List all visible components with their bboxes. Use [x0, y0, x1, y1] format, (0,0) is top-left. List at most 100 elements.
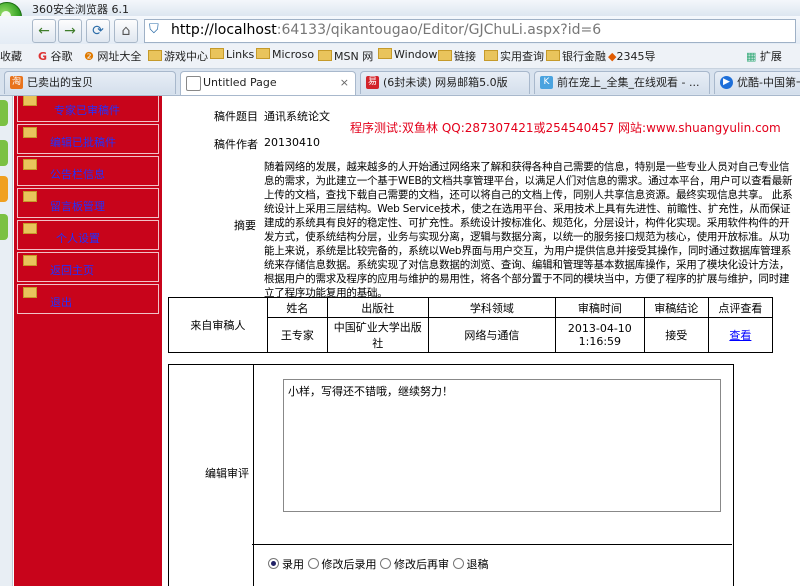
bookmarks-bar: 收藏 G 谷歌 ❷ 网址大全 游戏中心 Links Microso MSN 网 …: [0, 44, 800, 69]
refresh-icon[interactable]: ⟳: [86, 19, 110, 43]
paper-title-value: 通讯系统论文: [264, 110, 330, 123]
extensions-button[interactable]: ▦ 扩展: [746, 48, 782, 64]
sidebar-item-editor-approved[interactable]: 编辑已批稿件: [17, 124, 159, 154]
folder-icon: [210, 48, 224, 59]
tab-label: 优酷-中国第一: [737, 76, 800, 89]
tab-active[interactable]: Untitled Page ×: [180, 71, 356, 95]
folder-icon: [23, 127, 37, 138]
navigation-bar: ← → ⟳ ⌂ ⛉ http://localhost:64133/qikanto…: [0, 16, 800, 44]
abstract-label: 摘要: [234, 219, 256, 232]
folder-icon: [23, 223, 37, 234]
divider: [252, 544, 732, 545]
folder-icon: [148, 50, 162, 61]
netease-mail-icon: 易: [366, 76, 379, 89]
sidebar-item-announcements[interactable]: 公告栏信息: [17, 156, 159, 186]
admin-sidebar: 专家已审稿件 编辑已批稿件 公告栏信息 留言板管理 个人设置 返回主页 退出: [14, 96, 162, 586]
youku-icon: ▶: [720, 76, 733, 89]
reviewer-field: 网络与通信: [427, 317, 557, 353]
paper-author-value: 20130410: [264, 136, 320, 149]
sidebar-link[interactable]: 返回主页: [50, 262, 94, 278]
sidebar-link[interactable]: 退出: [50, 294, 72, 310]
abstract-text: 随着网络的发展，越来越多的人开始通过网络来了解和获得各种自己需要的信息，特别是一…: [264, 161, 793, 299]
tab[interactable]: 易 (6封未读) 网易邮箱5.0版: [360, 71, 530, 94]
sidebar-link[interactable]: 公告栏信息: [50, 166, 105, 182]
forward-icon[interactable]: →: [58, 19, 82, 43]
view-comment-link[interactable]: 查看: [729, 329, 751, 342]
tab-label: 前在宠上_全集_在线观看 - ...: [557, 76, 700, 89]
sidebar-link[interactable]: 编辑已批稿件: [50, 134, 116, 150]
bookmark-item[interactable]: 银行金融: [546, 48, 606, 64]
radio-button[interactable]: [307, 558, 319, 569]
sidebar-item-guestbook[interactable]: 留言板管理: [17, 188, 159, 218]
reviewer-name: 王专家: [266, 317, 328, 353]
side-panel-button[interactable]: [0, 100, 8, 126]
bookmark-item[interactable]: ◆2345导: [608, 48, 655, 64]
side-panel-button[interactable]: [0, 214, 8, 240]
tab-label: 已卖出的宝贝: [27, 76, 93, 89]
folder-icon: [23, 255, 37, 266]
folder-icon: [484, 50, 498, 61]
tab-label: (6封未读) 网易邮箱5.0版: [383, 76, 508, 89]
taobao-icon: 淘: [10, 76, 23, 89]
folder-icon: [256, 48, 270, 59]
watermark-text: 程序测试:双鱼林 QQ:287307421或254540457 网站:www.s…: [350, 121, 781, 135]
bookmark-item[interactable]: G 谷歌: [38, 48, 73, 64]
address-url[interactable]: http://localhost:64133/qikantougao/Edito…: [171, 22, 601, 38]
bookmark-item[interactable]: 游戏中心: [148, 48, 208, 64]
bookmark-item[interactable]: 链接: [438, 48, 476, 64]
decision-radio-group: 录用 修改后录用 修改后再审 退稿: [268, 556, 489, 572]
sidebar-link[interactable]: 留言板管理: [50, 198, 105, 214]
paper-title-label: 稿件题目: [214, 110, 258, 123]
tab[interactable]: 淘 已卖出的宝贝: [4, 71, 176, 94]
bookmark-item[interactable]: ❷ 网址大全: [84, 48, 141, 64]
side-panel-button[interactable]: [0, 140, 8, 166]
reviewer-publisher: 中国矿业大学出版社: [326, 317, 429, 353]
folder-icon: [546, 50, 560, 61]
bookmark-item[interactable]: Microso: [256, 48, 314, 61]
sidebar-item-logout[interactable]: 退出: [17, 284, 159, 314]
radio-button[interactable]: [380, 558, 391, 569]
radio-accept-after-revision[interactable]: 修改后录用: [307, 558, 377, 571]
bookmark-item[interactable]: MSN 网: [318, 48, 373, 64]
folder-icon: [318, 50, 332, 61]
bookmark-item[interactable]: 收藏: [0, 48, 22, 64]
tab[interactable]: ▶ 优酷-中国第一: [714, 71, 800, 94]
bookmark-item[interactable]: Links: [210, 48, 254, 61]
radio-button[interactable]: [452, 558, 464, 569]
review-row-label: 来自审稿人: [168, 297, 268, 353]
review-view-cell: 查看: [707, 317, 774, 353]
editor-review-label: 编辑审评: [205, 467, 249, 480]
editor-comment-textarea[interactable]: 小样，写得还不错哦，继续努力！: [283, 379, 721, 512]
column-header: 学科领域: [427, 297, 557, 318]
home-icon[interactable]: ⌂: [114, 19, 138, 43]
tab-label: Untitled Page: [203, 76, 277, 89]
review-time: 2013-04-10 1:16:59: [555, 317, 645, 353]
paper-author-label: 稿件作者: [214, 138, 258, 151]
main-panel: 稿件题目 通讯系统论文 程序测试:双鱼林 QQ:287307421或254540…: [168, 96, 800, 586]
radio-button[interactable]: [268, 558, 279, 569]
bookmark-item[interactable]: Window: [378, 48, 437, 61]
sidebar-link[interactable]: 专家已审稿件: [54, 102, 120, 118]
column-header: 点评查看: [707, 297, 774, 318]
radio-reject[interactable]: 退稿: [452, 558, 489, 571]
window-title: 360安全浏览器 6.1: [32, 3, 129, 16]
side-panel-button[interactable]: [0, 176, 8, 202]
sidebar-item-home[interactable]: 返回主页: [17, 252, 159, 282]
window-titlebar: 360安全浏览器 6.1: [0, 0, 800, 16]
site-nav-icon: ❷: [84, 50, 94, 63]
sidebar-item-personal-settings[interactable]: 个人设置: [17, 220, 159, 250]
column-header: 姓名: [266, 297, 328, 318]
tab[interactable]: K 前在宠上_全集_在线观看 - ...: [534, 71, 710, 94]
back-icon[interactable]: ←: [32, 19, 56, 43]
bookmark-item[interactable]: 实用查询: [484, 48, 544, 64]
address-bar[interactable]: ⛉ http://localhost:64133/qikantougao/Edi…: [144, 19, 796, 43]
radio-revise-and-resubmit[interactable]: 修改后再审: [380, 558, 449, 571]
google-icon: G: [38, 50, 48, 63]
folder-icon: [23, 159, 37, 170]
sidebar-link[interactable]: 个人设置: [56, 230, 100, 246]
radio-accept[interactable]: 录用: [268, 558, 304, 571]
close-icon[interactable]: ×: [340, 72, 349, 94]
column-header: 审稿结论: [643, 297, 709, 318]
review-table: 来自审稿人 姓名 出版社 学科领域 审稿时间 审稿结论 点评查看 王专家 中国矿…: [168, 297, 774, 353]
sidebar-item-expert-reviewed[interactable]: 专家已审稿件: [17, 96, 159, 122]
